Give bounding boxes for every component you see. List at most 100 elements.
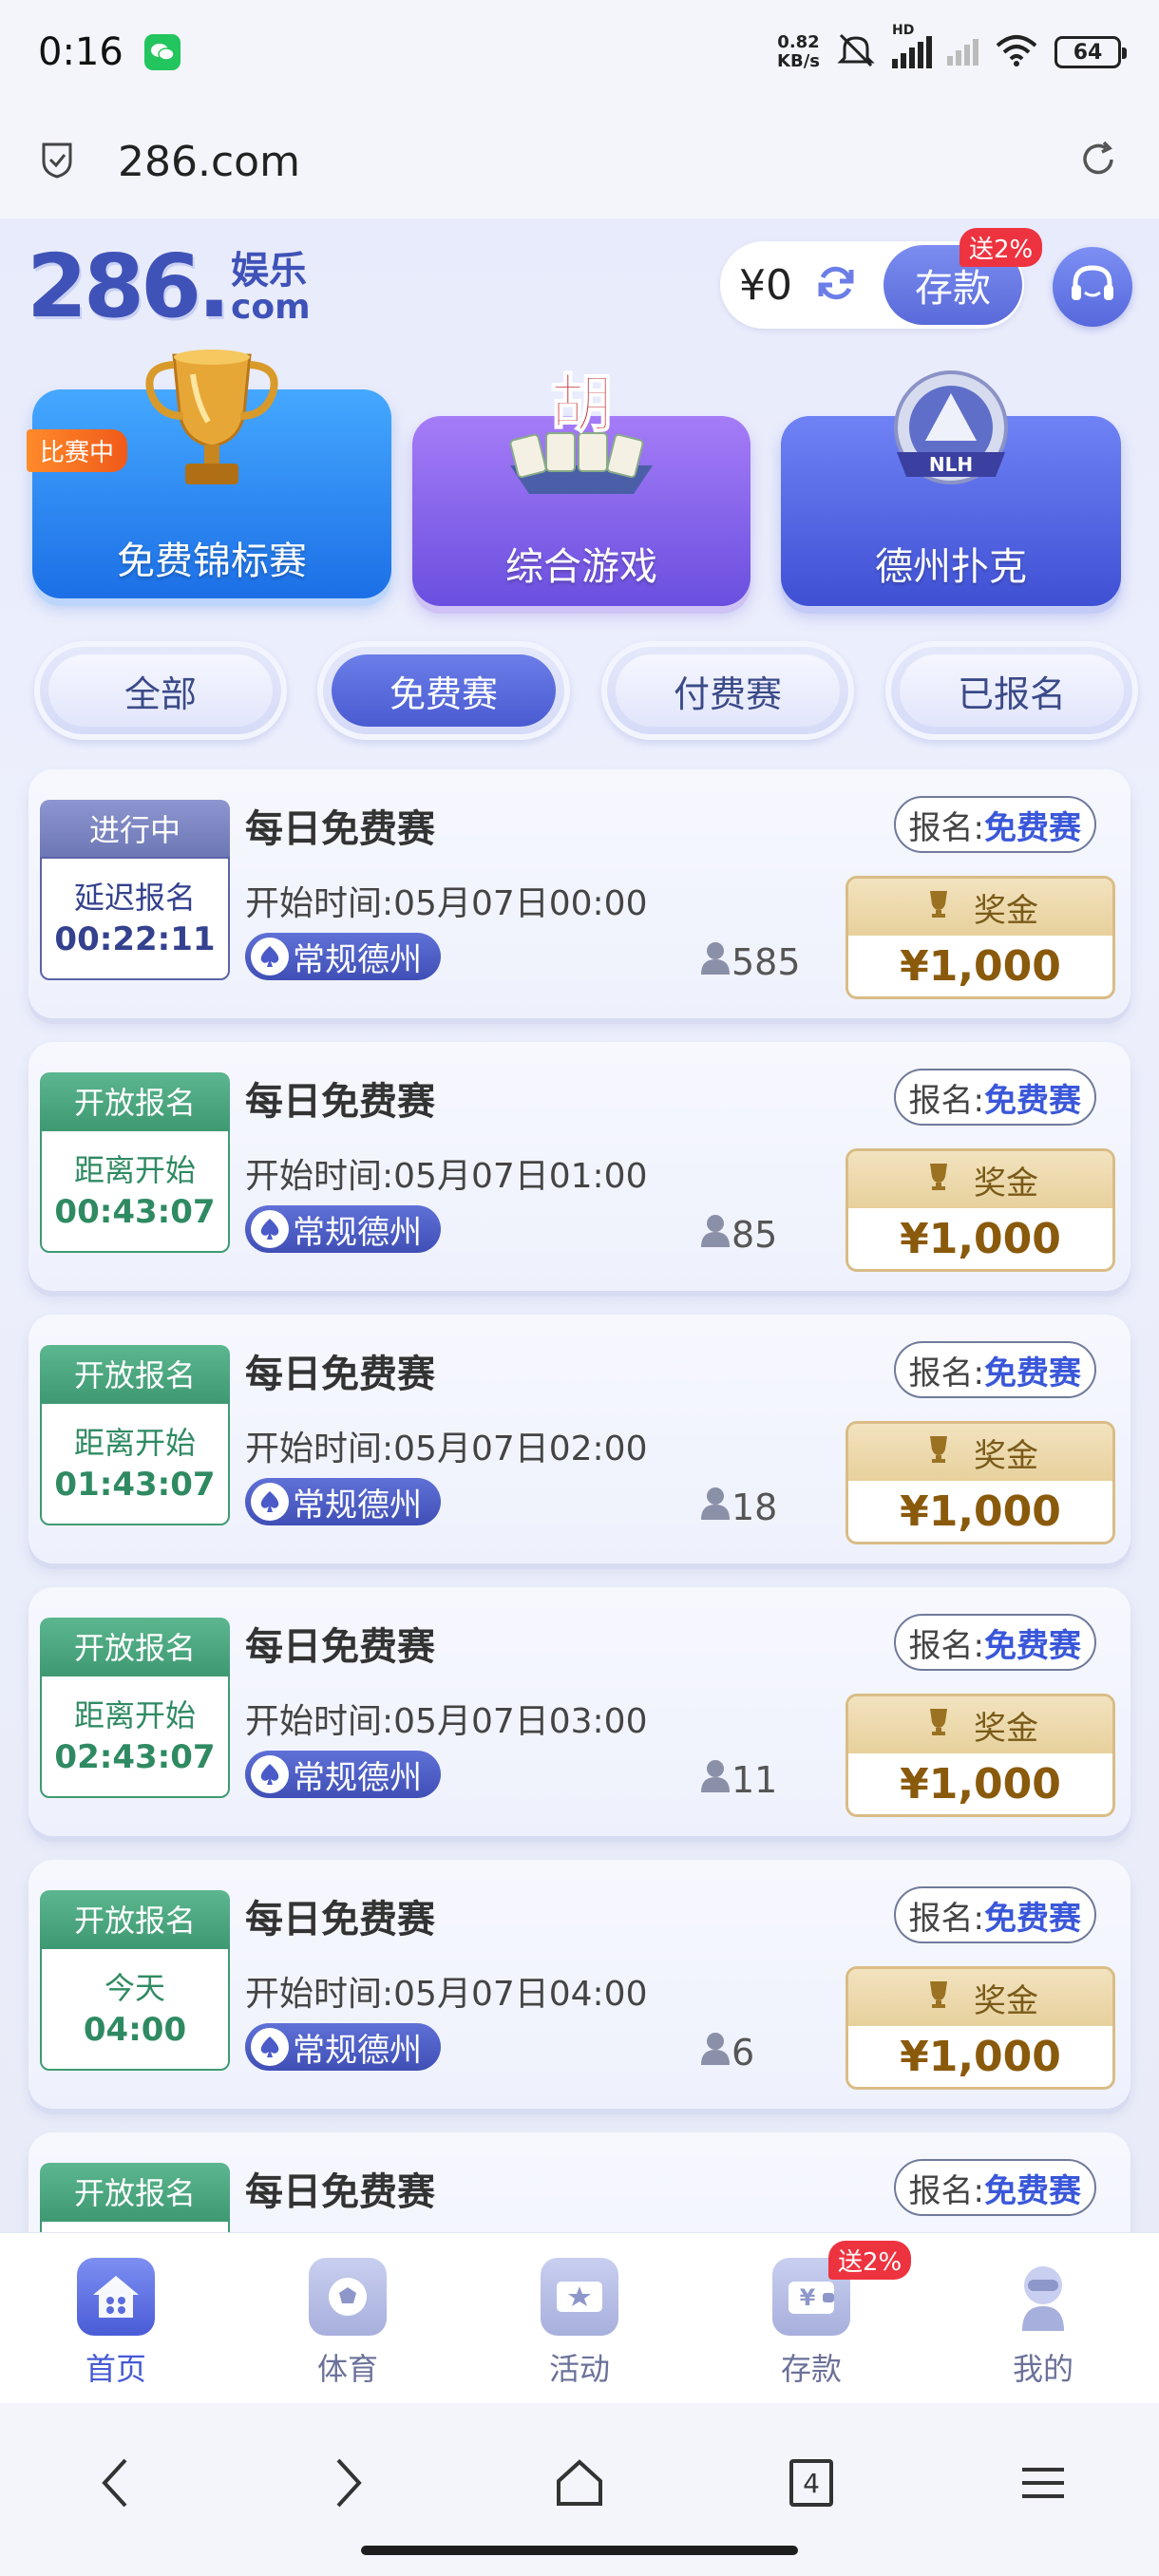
- tournament-start-time: 开始时间:05月07日02:00: [245, 1430, 648, 1468]
- timer-value: 00:43:07: [54, 1193, 216, 1231]
- tournament-timer: 今天 04:00: [40, 1947, 230, 2071]
- tab-free[interactable]: 免费赛: [317, 641, 570, 740]
- trophy-small-icon: [922, 887, 955, 928]
- tournament-card[interactable]: 开放报名 距离开始 02:43:07 每日免费赛 开始时间:05月07日03:0…: [28, 1587, 1130, 1836]
- timer-value: 00:22:11: [54, 920, 216, 958]
- nlh-emblem-icon: NLH: [870, 365, 1032, 517]
- player-count: 85: [699, 1213, 777, 1256]
- player-count: 18: [699, 1486, 777, 1528]
- forward-arrow-icon[interactable]: [310, 2445, 386, 2521]
- tab-paid[interactable]: 付费赛: [601, 641, 854, 740]
- tournament-timer: [40, 2220, 230, 2232]
- site-logo[interactable]: 286. 娱乐 com: [27, 237, 311, 332]
- tournament-title: 每日免费赛: [245, 1625, 435, 1669]
- signup-fee: 免费赛: [984, 808, 1081, 847]
- nav-sports[interactable]: 体育: [232, 2233, 464, 2403]
- menu-icon[interactable]: [1005, 2445, 1081, 2521]
- tournament-start-time: 开始时间:05月07日04:00: [245, 1975, 648, 2014]
- star-ticket-icon: [541, 2258, 618, 2336]
- logo-number: 286.: [27, 236, 231, 337]
- nav-home-label: 首页: [85, 2351, 146, 2387]
- signup-fee-badge[interactable]: 报名: 免费赛: [893, 1069, 1096, 1126]
- network-speed-value: 0.82: [777, 32, 820, 52]
- site-header: 286. 娱乐 com ¥0 存款 送2%: [0, 218, 1159, 351]
- prize-amount: ¥1,000: [900, 1487, 1061, 1536]
- player-count-value: 585: [732, 940, 801, 983]
- wifi-icon: [994, 32, 1039, 72]
- spade-icon: [251, 938, 289, 975]
- signup-fee-badge[interactable]: 报名: 免费赛: [893, 2159, 1096, 2216]
- nav-home[interactable]: 首页: [0, 2233, 232, 2403]
- back-arrow-icon[interactable]: [78, 2445, 154, 2521]
- shield-icon[interactable]: [38, 139, 76, 184]
- tournament-card[interactable]: 进行中 延迟报名 00:22:11 每日免费赛 开始时间:05月07日00:00…: [28, 769, 1130, 1018]
- prize-box: 奖金 ¥1,000: [846, 1694, 1115, 1817]
- tournament-title: 每日免费赛: [245, 1353, 435, 1396]
- nav-profile[interactable]: 我的: [927, 2233, 1159, 2403]
- user-icon: [699, 1213, 732, 1256]
- tournament-type-badge: 常规德州: [245, 1205, 441, 1253]
- headset-icon: [1066, 258, 1119, 315]
- refresh-balance-icon[interactable]: [813, 260, 859, 310]
- tournament-status: 开放报名: [40, 2163, 230, 2220]
- user-icon: [699, 940, 732, 983]
- timer-value: 02:43:07: [54, 1738, 216, 1776]
- reload-icon[interactable]: [1075, 137, 1121, 186]
- signup-fee-badge[interactable]: 报名: 免费赛: [893, 1886, 1096, 1943]
- free-championship-card[interactable]: 比赛中 免费锦标赛: [27, 350, 391, 598]
- tournament-card[interactable]: 开放报名 距离开始 01:43:07 每日免费赛 开始时间:05月07日02:0…: [28, 1315, 1130, 1563]
- signup-fee-badge[interactable]: 报名: 免费赛: [893, 1341, 1096, 1398]
- tournament-type-badge: 常规德州: [245, 1751, 441, 1798]
- spade-icon: [251, 1755, 289, 1793]
- battery-indicator: 64: [1054, 36, 1127, 68]
- tournament-card[interactable]: 开放报名 距离开始 00:43:07 每日免费赛 开始时间:05月07日01:0…: [28, 1042, 1130, 1291]
- browser-url-bar[interactable]: 286.com: [0, 104, 1159, 218]
- prize-label: 奖金: [974, 1164, 1038, 1203]
- prize-label: 奖金: [974, 1981, 1038, 2020]
- tournament-status: 开放报名: [40, 1890, 230, 1947]
- trophy-small-icon: [922, 1160, 955, 1201]
- tournament-type-label: 常规德州: [293, 2031, 422, 2070]
- user-icon: [699, 1758, 732, 1801]
- network-speed-unit: KB/s: [777, 51, 820, 71]
- signup-fee-badge[interactable]: 报名: 免费赛: [893, 796, 1096, 853]
- mahjong-icon: 胡: [491, 361, 672, 513]
- tournament-card[interactable]: 开放报名 每日免费赛 报名: 免费赛: [28, 2132, 1130, 2232]
- balance-box: ¥0 存款 送2%: [720, 228, 1043, 329]
- tab-all[interactable]: 全部: [34, 641, 287, 740]
- tournament-card[interactable]: 开放报名 今天 04:00 每日免费赛 开始时间:05月07日04:00 常规德…: [28, 1860, 1130, 2109]
- player-count-value: 85: [732, 1213, 778, 1256]
- timer-label: 延迟报名: [73, 880, 196, 916]
- nav-events[interactable]: 活动: [464, 2233, 695, 2403]
- url-text[interactable]: 286.com: [118, 138, 300, 186]
- tab-registered[interactable]: 已报名: [885, 641, 1138, 740]
- timer-value: 01:43:07: [54, 1466, 216, 1504]
- tournament-type-badge: 常规德州: [245, 1478, 441, 1525]
- tab-paid-label: 付费赛: [616, 654, 840, 727]
- live-tag: 比赛中: [27, 429, 128, 472]
- logo-domain: com: [231, 288, 311, 327]
- player-count-value: 6: [732, 2031, 755, 2074]
- home-indicator[interactable]: [361, 2546, 798, 2555]
- signal-hd-label: HD: [892, 23, 915, 38]
- user-icon: [699, 1486, 732, 1528]
- spade-icon: [251, 2028, 289, 2066]
- tournament-title: 每日免费赛: [245, 2170, 435, 2214]
- nlh-text: NLH: [929, 453, 973, 476]
- general-games-card[interactable]: 胡 综合游戏: [412, 366, 750, 606]
- tournament-type-label: 常规德州: [293, 940, 422, 979]
- signup-fee-badge[interactable]: 报名: 免费赛: [893, 1614, 1096, 1671]
- customer-service-button[interactable]: [1053, 247, 1132, 327]
- free-championship-label: 免费锦标赛: [117, 540, 307, 583]
- signup-fee: 免费赛: [984, 1081, 1081, 1120]
- timer-label: 今天: [104, 1970, 165, 2006]
- prize-box: 奖金 ¥1,000: [846, 1966, 1115, 2090]
- texas-poker-card[interactable]: NLH 德州扑克: [781, 370, 1121, 606]
- svg-text:¥: ¥: [800, 2284, 816, 2311]
- signup-fee: 免费赛: [984, 1899, 1081, 1938]
- nav-deposit[interactable]: ¥ 存款 送2%: [695, 2233, 927, 2403]
- tabs-button[interactable]: 4: [773, 2445, 849, 2521]
- bottom-app-nav: 首页 体育 活动 ¥ 存款 送2% 我的: [0, 2232, 1159, 2403]
- nav-profile-label: 我的: [1012, 2351, 1074, 2387]
- home-outline-icon[interactable]: [542, 2445, 618, 2521]
